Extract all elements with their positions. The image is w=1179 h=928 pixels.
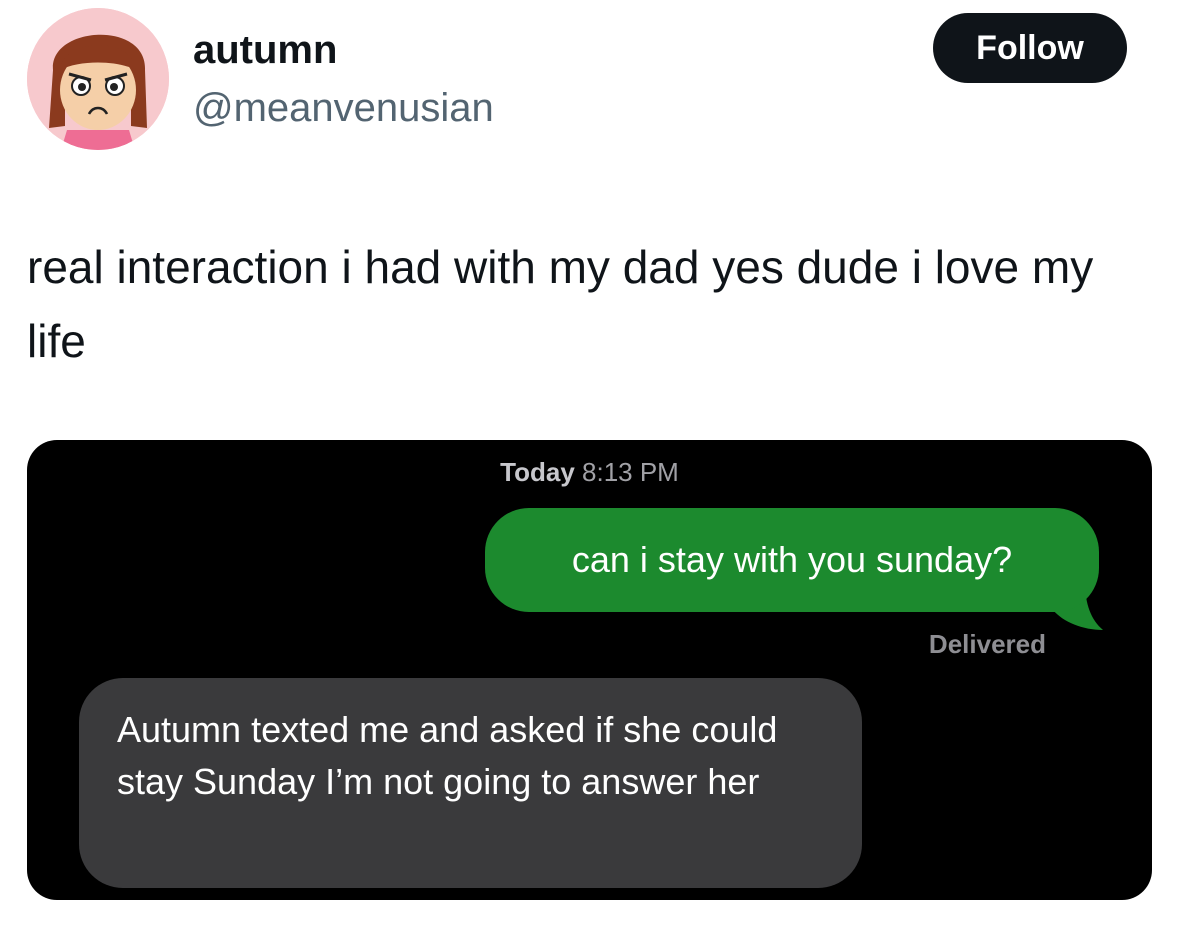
- avatar[interactable]: [27, 8, 169, 150]
- cartoon-girl-avatar-icon: [27, 8, 169, 150]
- message-timestamp: Today 8:13 PM: [27, 456, 1152, 488]
- tweet-text: real interaction i had with my dad yes d…: [27, 241, 1094, 367]
- timestamp-day: Today: [500, 457, 575, 487]
- received-message-bubble: Autumn texted me and asked if she could …: [79, 678, 862, 888]
- received-message-text: Autumn texted me and asked if she could …: [117, 709, 778, 802]
- sent-message-bubble: can i stay with you sunday?: [485, 508, 1099, 612]
- attached-screenshot[interactable]: Today 8:13 PM can i stay with you sunday…: [27, 440, 1152, 900]
- delivery-status: Delivered: [928, 629, 1046, 659]
- display-name[interactable]: autumn: [193, 26, 337, 74]
- follow-button[interactable]: Follow: [933, 13, 1127, 83]
- user-handle[interactable]: @meanvenusian: [193, 84, 494, 132]
- sent-message-text: can i stay with you sunday?: [571, 539, 1013, 580]
- timestamp-time: 8:13 PM: [582, 457, 679, 487]
